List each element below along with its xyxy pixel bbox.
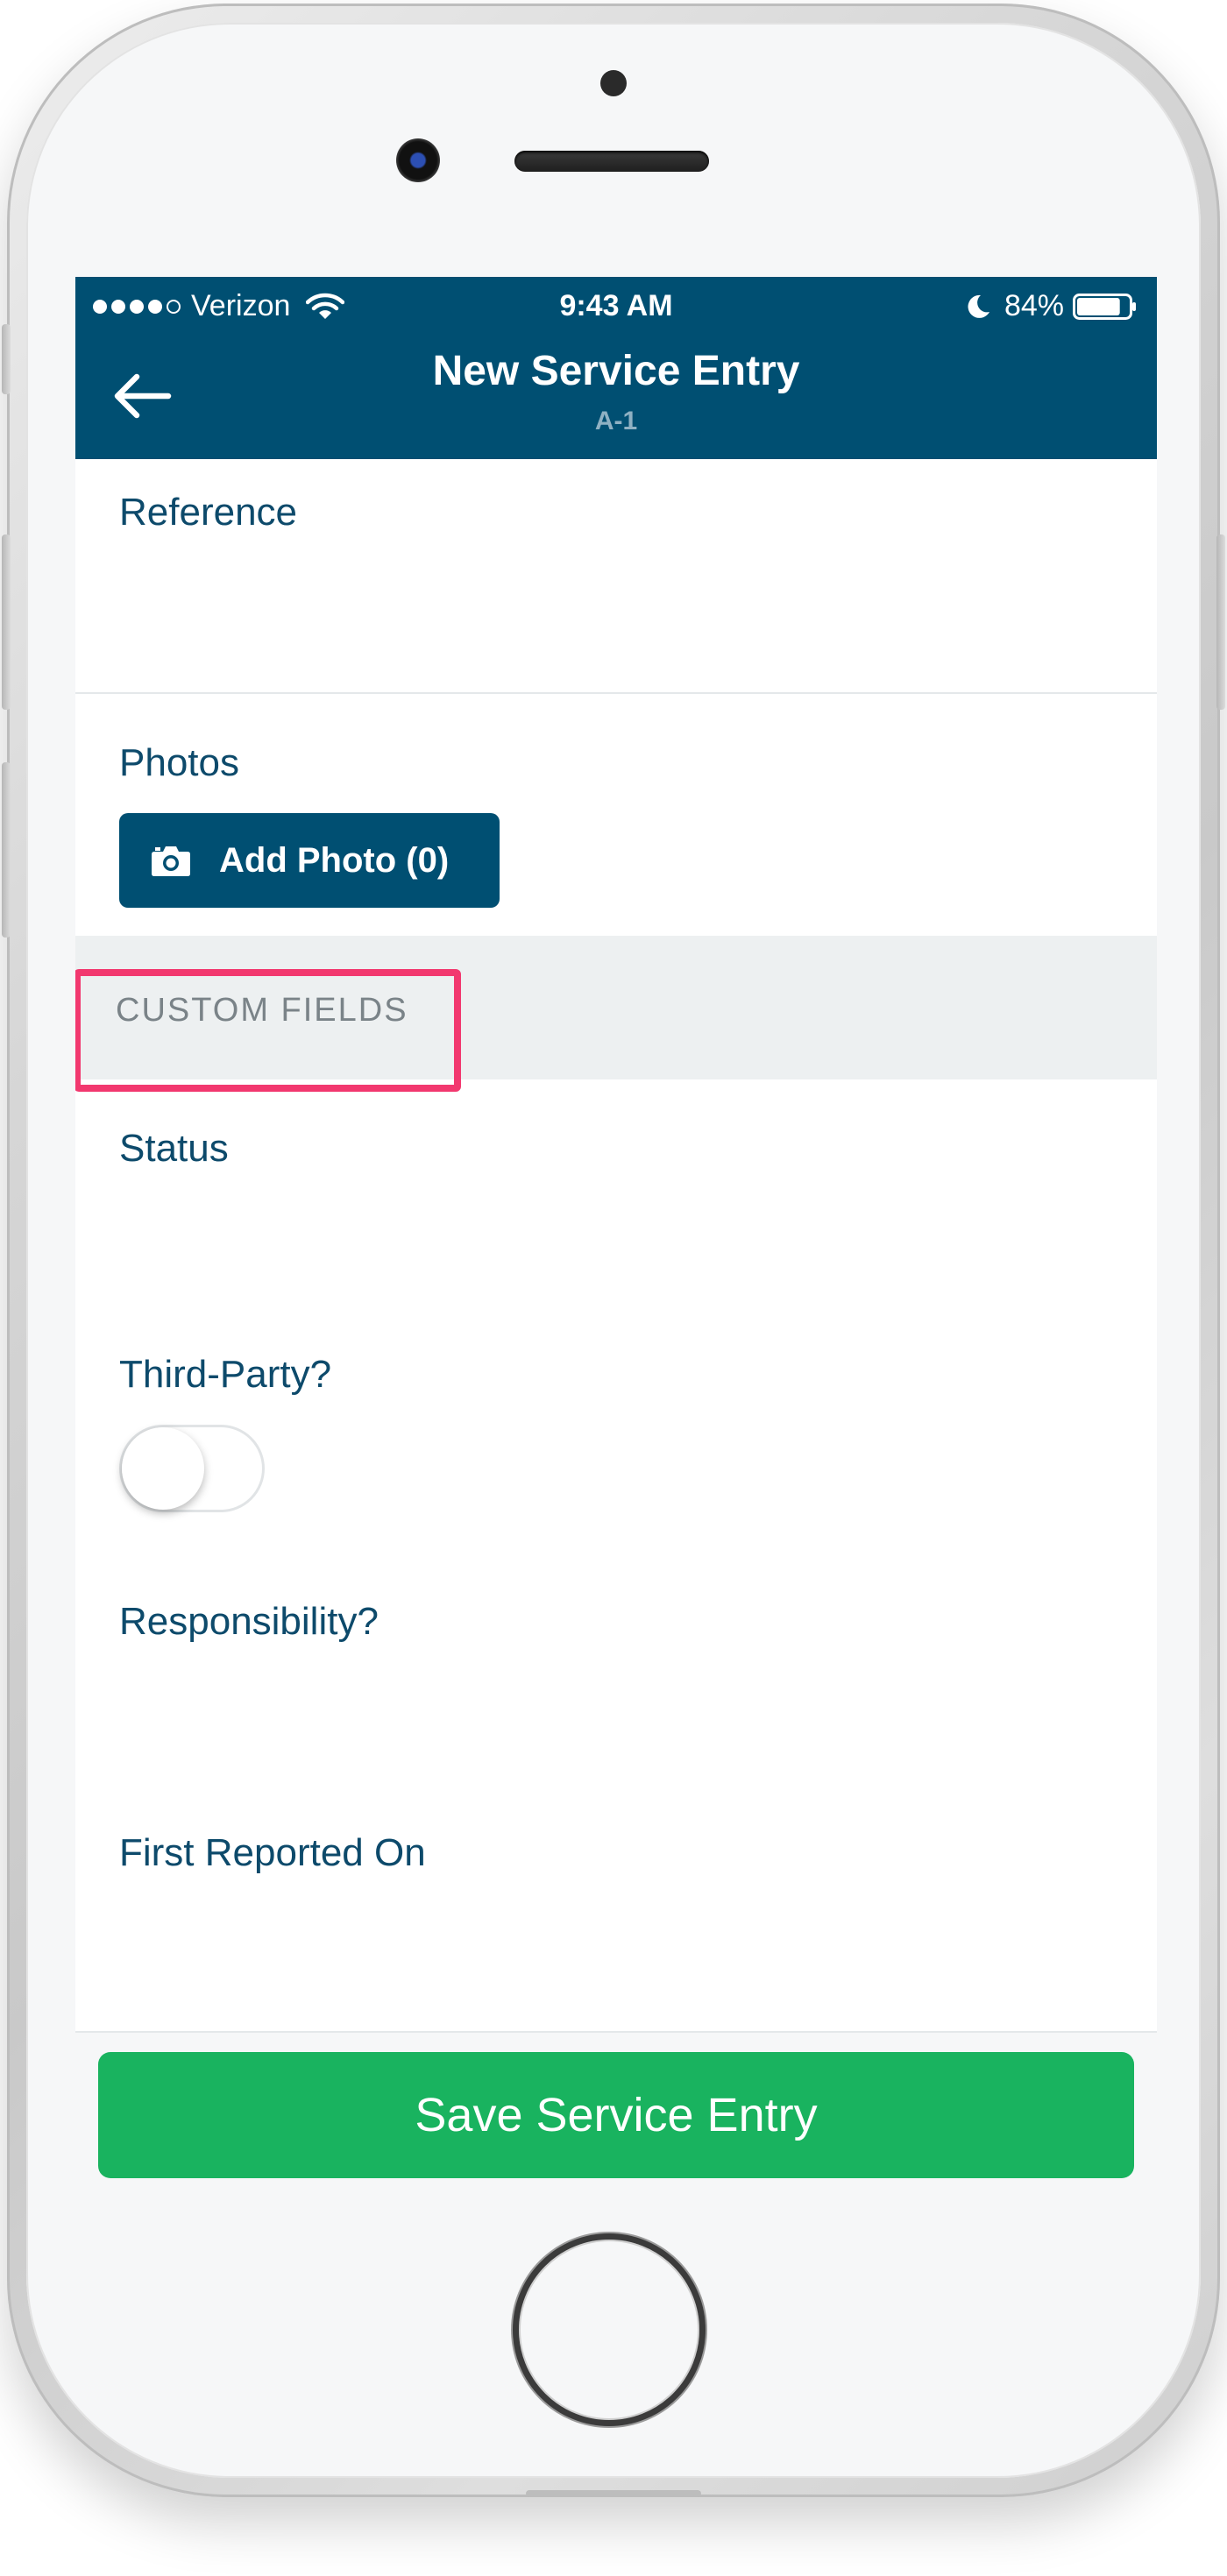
reference-field[interactable]: Reference — [75, 459, 1157, 692]
third-party-toggle[interactable] — [119, 1425, 265, 1512]
home-button[interactable] — [513, 2233, 706, 2426]
earpiece-speaker — [514, 151, 709, 172]
battery-icon — [1073, 293, 1136, 320]
status-bar: Verizon 9:43 AM 84% — [75, 277, 1157, 329]
navigation-bar: Verizon 9:43 AM 84% New Service Entry A-… — [75, 277, 1157, 459]
third-party-label: Third-Party? — [119, 1353, 332, 1396]
footer-divider — [75, 2031, 1157, 2033]
add-photo-label: Add Photo (0) — [219, 840, 450, 880]
divider — [75, 692, 1157, 694]
status-field[interactable]: Status — [75, 1079, 1157, 1255]
highlight-annotation-box — [75, 969, 461, 1092]
save-service-entry-button[interactable]: Save Service Entry — [98, 2052, 1134, 2178]
power-button — [1216, 534, 1225, 710]
add-photo-button[interactable]: Add Photo (0) — [119, 813, 500, 908]
toggle-knob — [122, 1427, 204, 1510]
volume-down-button — [2, 762, 11, 938]
mute-switch — [2, 324, 11, 394]
responsibility-field[interactable]: Responsibility? — [75, 1556, 1157, 1775]
responsibility-label: Responsibility? — [119, 1600, 379, 1643]
page-title: New Service Entry — [432, 348, 800, 394]
do-not-disturb-moon-icon — [968, 294, 989, 318]
status-bar-right: 84% — [964, 289, 1138, 323]
bottom-edge — [526, 2490, 701, 2497]
status-label: Status — [119, 1127, 229, 1170]
battery-fill — [1077, 297, 1120, 315]
app-screen: Verizon 9:43 AM 84% New Service Entry A-… — [75, 277, 1157, 2197]
page-subtitle: A-1 — [594, 407, 638, 435]
footer-bar: Save Service Entry — [75, 2031, 1157, 2197]
front-camera — [396, 138, 440, 182]
camera-icon — [152, 846, 190, 876]
photos-label: Photos — [119, 741, 239, 784]
volume-up-button — [2, 534, 11, 710]
reference-label: Reference — [119, 491, 298, 534]
first-reported-field[interactable]: First Reported On — [75, 1784, 1157, 2029]
battery-percentage: 84% — [1004, 289, 1064, 322]
first-reported-label: First Reported On — [119, 1831, 426, 1874]
proximity-sensor — [600, 70, 627, 96]
